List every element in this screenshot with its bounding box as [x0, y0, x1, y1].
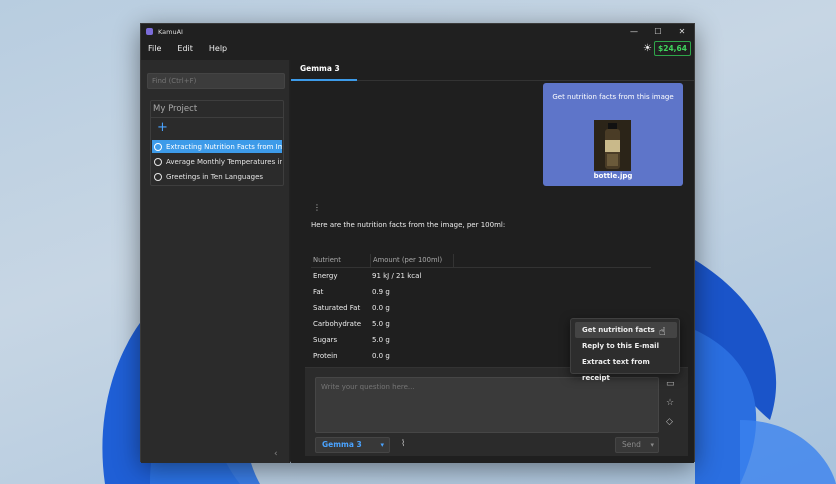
column-divider: [453, 254, 454, 268]
more-vertical-icon[interactable]: ⋮: [313, 203, 321, 212]
chat-bubble-icon: [154, 172, 162, 181]
chevron-down-icon[interactable]: ▾: [650, 438, 654, 452]
ai-response-intro: Here are the nutrition facts from the im…: [311, 221, 506, 229]
app-logo-icon: [146, 28, 153, 35]
user-message-bubble: Get nutrition facts from this image bott…: [543, 83, 683, 186]
chat-item-label: Extracting Nutrition Facts from Im: [166, 142, 282, 151]
sun-icon[interactable]: ☀: [643, 43, 652, 54]
project-title[interactable]: My Project: [153, 104, 197, 114]
table-cell: 0.0 g: [372, 352, 390, 360]
star-icon[interactable]: ☆: [666, 398, 674, 408]
prompts-icon[interactable]: ▭: [666, 379, 675, 389]
table-cell: 91 kJ / 21 kcal: [372, 272, 422, 280]
model-select[interactable]: Gemma 3 ▾: [315, 437, 390, 453]
chat-item[interactable]: Average Monthly Temperatures in: [152, 155, 282, 168]
send-button[interactable]: Send ▾: [615, 437, 659, 453]
table-cell: 5.0 g: [372, 336, 390, 344]
chat-item[interactable]: Greetings in Ten Languages: [152, 170, 282, 183]
table-row: Energy 91 kJ / 21 kcal: [311, 268, 651, 284]
sidebar: My Project + Extracting Nutrition Facts …: [141, 60, 290, 463]
add-chat-icon[interactable]: +: [157, 121, 168, 134]
menu-item-extract-receipt[interactable]: Extract text from receipt: [575, 354, 677, 382]
attachment-name[interactable]: bottle.jpg: [543, 172, 683, 180]
table-row: Saturated Fat 0.0 g: [311, 300, 651, 316]
menu-item-reply-email[interactable]: Reply to this E-mail: [575, 338, 677, 354]
column-header: Amount (per 100ml): [373, 256, 443, 264]
menu-help[interactable]: Help: [209, 44, 227, 53]
project-panel: My Project + Extracting Nutrition Facts …: [150, 100, 284, 186]
composer: ▭ ☆ ◇ Gemma 3 ▾ ⌇ Send ▾: [305, 367, 688, 456]
chat-item-label: Greetings in Ten Languages: [166, 172, 264, 181]
tab-bar: Gemma 3: [291, 60, 694, 81]
menu-bar: File Edit Help ☀ $24,64: [141, 39, 694, 58]
chat-bubble-icon: [154, 142, 162, 151]
table-cell: Sugars: [313, 336, 338, 344]
credit-badge[interactable]: $24,64: [654, 41, 691, 56]
table-cell: 5.0 g: [372, 320, 390, 328]
search-input[interactable]: [147, 73, 285, 89]
hand-cursor-icon: ☝: [659, 325, 666, 338]
chevron-left-icon[interactable]: ‹: [274, 449, 278, 459]
table-cell: Protein: [313, 352, 338, 360]
bottle-image-thumbnail[interactable]: [594, 120, 631, 171]
chat-bubble-icon: [154, 157, 162, 166]
table-cell: 0.9 g: [372, 288, 390, 296]
menu-edit[interactable]: Edit: [177, 44, 193, 53]
table-cell: Carbohydrate: [313, 320, 362, 328]
tab-gemma[interactable]: Gemma 3: [291, 60, 357, 81]
eraser-icon[interactable]: ◇: [666, 417, 673, 427]
table-cell: Saturated Fat: [313, 304, 361, 312]
send-label: Send: [622, 440, 641, 449]
chat-item[interactable]: Extracting Nutrition Facts from Im: [152, 140, 282, 153]
table-cell: 0.0 g: [372, 304, 390, 312]
column-header: Nutrient: [313, 256, 341, 264]
table-header: Nutrient Amount (per 100ml): [311, 254, 651, 268]
divider: [151, 117, 283, 118]
window-controls: — ☐ ✕: [622, 24, 694, 39]
chevron-down-icon: ▾: [380, 441, 384, 449]
model-select-label: Gemma 3: [322, 440, 362, 449]
user-message-text: Get nutrition facts from this image: [552, 93, 674, 101]
maximize-icon[interactable]: ☐: [646, 24, 670, 39]
chat-item-label: Average Monthly Temperatures in: [166, 157, 282, 166]
close-icon[interactable]: ✕: [670, 24, 694, 39]
menu-file[interactable]: File: [148, 44, 161, 53]
app-title: KamuAI: [158, 27, 183, 36]
table-cell: Fat: [313, 288, 324, 296]
title-bar: KamuAI — ☐ ✕: [141, 24, 694, 39]
minimize-icon[interactable]: —: [622, 24, 646, 39]
table-row: Fat 0.9 g: [311, 284, 651, 300]
paperclip-icon[interactable]: ⌇: [401, 439, 405, 449]
table-cell: Energy: [313, 272, 338, 280]
